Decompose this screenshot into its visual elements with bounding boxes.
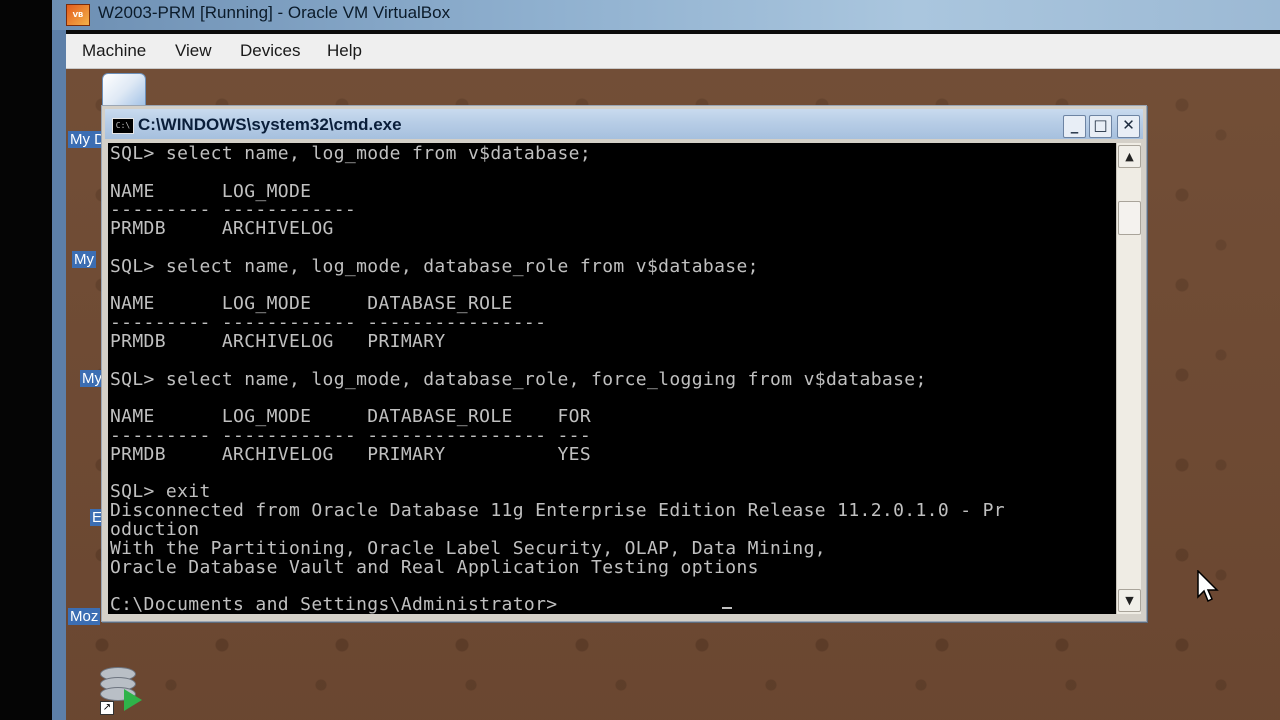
cmd-icon: C:\: [112, 118, 134, 134]
text-caret: [722, 607, 732, 609]
host-window-titlebar[interactable]: VB W2003-PRM [Running] - Oracle VM Virtu…: [52, 0, 1280, 30]
desktop-icon-label[interactable]: My: [72, 251, 96, 268]
console-output[interactable]: SQL> select name, log_mode from v$databa…: [108, 143, 1116, 614]
vertical-scrollbar[interactable]: ▲ ▼: [1116, 143, 1141, 614]
cmd-window[interactable]: C:\ C:\WINDOWS\system32\cmd.exe _ □ ✕ SQ…: [101, 105, 1147, 622]
close-button[interactable]: ✕: [1117, 115, 1140, 138]
host-window-left-border: [52, 30, 66, 720]
menu-devices[interactable]: Devices: [240, 41, 300, 61]
virtualbox-icon: VB: [66, 4, 90, 26]
scroll-up-button[interactable]: ▲: [1118, 145, 1141, 168]
menu-help[interactable]: Help: [327, 41, 362, 61]
shortcut-arrow-icon: ↗: [100, 701, 114, 715]
minimize-button[interactable]: _: [1063, 115, 1086, 138]
maximize-button[interactable]: □: [1089, 115, 1112, 138]
left-dark-strip: [0, 0, 52, 720]
console-text: SQL> select name, log_mode from v$databa…: [110, 143, 1005, 614]
folder-icon[interactable]: [102, 73, 146, 109]
menu-machine[interactable]: Machine: [82, 41, 146, 61]
scroll-down-button[interactable]: ▼: [1118, 589, 1141, 612]
play-arrow-icon: [124, 689, 142, 711]
menu-view[interactable]: View: [175, 41, 212, 61]
host-window-title: W2003-PRM [Running] - Oracle VM VirtualB…: [98, 3, 451, 22]
cmd-titlebar[interactable]: C:\ C:\WINDOWS\system32\cmd.exe _ □ ✕: [105, 109, 1143, 139]
cmd-window-title: C:\WINDOWS\system32\cmd.exe: [138, 115, 402, 134]
host-menubar: Machine View Devices Help: [66, 34, 1280, 69]
desktop-icon-label[interactable]: Moz: [68, 608, 101, 625]
database-shortcut-icon[interactable]: ↗: [100, 667, 142, 715]
scroll-thumb[interactable]: [1118, 201, 1141, 235]
mouse-cursor-icon: [1197, 570, 1219, 603]
